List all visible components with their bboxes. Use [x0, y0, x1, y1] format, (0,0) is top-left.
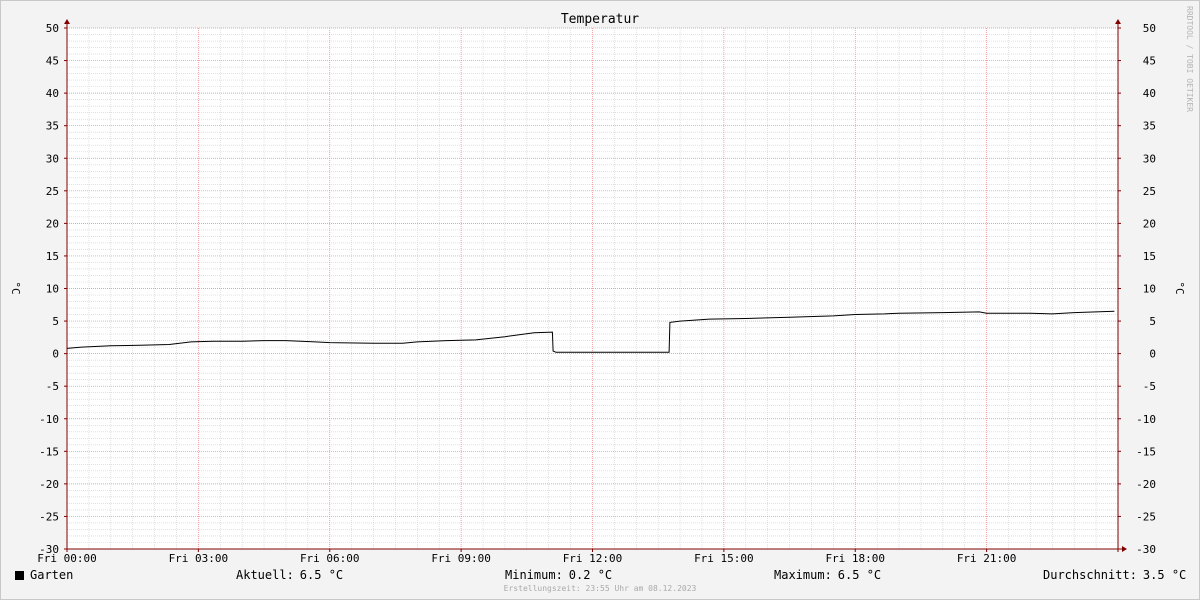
stat-current-label: Aktuell:	[236, 568, 294, 582]
y-tick-label-left: 20	[46, 217, 59, 230]
y-axis-left-arrow	[64, 19, 70, 24]
x-tick-label: Fri 21:00	[957, 552, 1017, 565]
stat-minimum: Minimum: 0.2 °C	[505, 568, 612, 582]
stat-max-label: Maximum:	[774, 568, 832, 582]
y-tick-label-left: 0	[52, 348, 59, 361]
y-tick-label-right: -5	[1143, 380, 1156, 393]
stat-current: Aktuell: 6.5 °C	[236, 568, 343, 582]
y-tick-label-right: 35	[1143, 120, 1156, 133]
y-tick-label-left: 45	[46, 55, 59, 68]
y-tick-label-left: 35	[46, 120, 59, 133]
y-tick-label-left: 50	[46, 22, 59, 35]
y-tick-label-right: 50	[1143, 22, 1156, 35]
chart: 50454035302520151050-5-10-15-20-25-30 50…	[9, 6, 1194, 565]
legend: Garten	[15, 568, 73, 582]
y-axis-left-labels: 50454035302520151050-5-10-15-20-25-30	[39, 22, 59, 556]
y-tick-label-left: -25	[39, 510, 59, 523]
y-axis-right-title: °C	[1173, 281, 1186, 294]
stat-min-value: 0.2 °C	[568, 568, 613, 582]
stat-avg-value: 3.5 °C	[1142, 568, 1187, 582]
y-tick-label-left: -15	[39, 445, 59, 458]
x-tick-label: Fri 12:00	[563, 552, 623, 565]
y-tick-label-left: 5	[52, 315, 59, 328]
watermark: RRDTOOL / TOBI OETIKER	[1185, 6, 1194, 112]
y-axis-left-title: °C	[9, 281, 22, 294]
y-tick-label-right: -10	[1136, 413, 1156, 426]
y-tick-label-left: -5	[46, 380, 59, 393]
y-tick-label-right: -20	[1136, 478, 1156, 491]
stat-average: Durchschnitt: 3.5 °C	[1043, 568, 1186, 582]
y-tick-label-right: 40	[1143, 87, 1156, 100]
y-tick-label-left: 10	[46, 283, 59, 296]
y-tick-label-left: 30	[46, 152, 59, 165]
legend-label: Garten	[30, 568, 74, 582]
y-tick-label-right: -15	[1136, 445, 1156, 458]
y-axis-right-arrow	[1115, 19, 1121, 24]
y-tick-label-right: 30	[1143, 152, 1156, 165]
y-tick-label-right: -30	[1136, 543, 1156, 556]
stat-max-value: 6.5 °C	[837, 568, 882, 582]
y-tick-label-right: 15	[1143, 250, 1156, 263]
y-tick-label-right: 45	[1143, 55, 1156, 68]
y-tick-label-left: 40	[46, 87, 59, 100]
x-tick-label: Fri 09:00	[431, 552, 491, 565]
stat-maximum: Maximum: 6.5 °C	[774, 568, 881, 582]
y-tick-label-right: 5	[1149, 315, 1156, 328]
stat-min-label: Minimum:	[505, 568, 563, 582]
y-tick-label-right: 0	[1149, 348, 1156, 361]
creation-time: Erstellungszeit: 23:55 Uhr am 08.12.2023	[503, 584, 697, 593]
x-tick-label: Fri 00:00	[37, 552, 97, 565]
x-tick-label: Fri 06:00	[300, 552, 360, 565]
stat-current-value: 6.5 °C	[299, 568, 344, 582]
stat-avg-label: Durchschnitt:	[1043, 568, 1137, 582]
x-axis-arrow	[1122, 546, 1127, 552]
x-axis-labels: Fri 00:00 Fri 03:00 Fri 06:00 Fri 09:00 Fri …	[37, 552, 1016, 565]
legend-row: Garten Aktuell: 6.5 °C Minimum: 0.2 °C Max…	[0, 566, 1200, 584]
y-tick-label-left: 25	[46, 185, 59, 198]
y-axis-right-labels: 50454035302520151050-5-10-15-20-25-30	[1136, 22, 1156, 556]
x-tick-label: Fri 15:00	[694, 552, 754, 565]
y-tick-label-right: 25	[1143, 185, 1156, 198]
legend-swatch	[15, 570, 24, 580]
y-tick-label-right: 20	[1143, 217, 1156, 230]
y-tick-label-left: -20	[39, 478, 59, 491]
y-tick-label-right: 10	[1143, 283, 1156, 296]
y-tick-label-left: 15	[46, 250, 59, 263]
y-tick-label-left: -10	[39, 413, 59, 426]
chart-title: Temperatur	[561, 12, 639, 27]
y-tick-label-right: -25	[1136, 510, 1156, 523]
x-tick-label: Fri 03:00	[169, 552, 229, 565]
x-tick-label: Fri 18:00	[825, 552, 885, 565]
